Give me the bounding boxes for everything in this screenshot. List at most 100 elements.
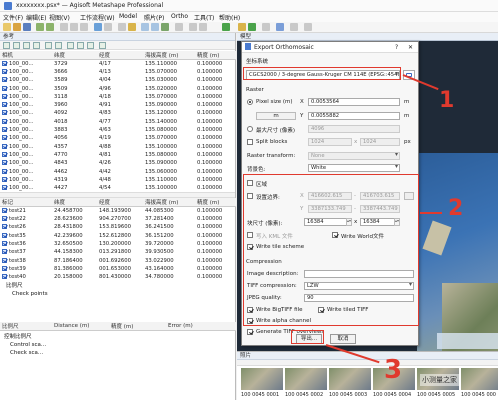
help-icon[interactable]: ? [395, 44, 398, 51]
split-blocks-checkbox[interactable] [247, 139, 253, 145]
col-scalebar[interactable]: 比例尺 [0, 322, 52, 332]
new-project-icon[interactable] [3, 23, 11, 31]
arrow-right-icon[interactable] [248, 23, 256, 31]
camera-row[interactable]: 100_00... 3589 4/04 135.030000 0.100000 [0, 76, 236, 84]
redo-icon[interactable] [46, 23, 54, 31]
save-icon[interactable] [23, 23, 31, 31]
camera-row[interactable]: 100_00... 3509 4/96 135.020000 0.100000 [0, 84, 236, 92]
menu-help[interactable]: 帮助(H) [219, 13, 240, 22]
raster-transform-select[interactable]: None [308, 152, 400, 160]
convert-icon[interactable] [23, 42, 30, 49]
view-errors-icon[interactable] [87, 42, 94, 49]
photo-thumbnail[interactable] [329, 368, 371, 390]
enabled-checkbox[interactable] [2, 208, 7, 214]
menu-workflow[interactable]: 工作流程(W) [80, 13, 115, 22]
camera-row[interactable]: 100_00... 4357 4/88 135.100000 0.100000 [0, 142, 236, 150]
camera-row[interactable]: 100_00... 4092 4/83 135.120000 0.100000 [0, 109, 236, 117]
enabled-checkbox[interactable] [2, 168, 7, 174]
enabled-checkbox[interactable] [2, 241, 7, 247]
marker-row[interactable]: test35 42.239600 152.612800 36.151200 0.1000… [0, 232, 236, 240]
marker-row[interactable]: test22 28.623600 904.270700 37.281400 0.1000… [0, 215, 236, 223]
ruler-icon[interactable] [94, 23, 102, 31]
region-icon[interactable] [276, 23, 284, 31]
enabled-checkbox[interactable] [2, 257, 7, 263]
enabled-checkbox[interactable] [2, 85, 7, 91]
pixel-size-y-input[interactable]: 0.0055882 [308, 112, 400, 120]
camera-row[interactable]: 100_00... 4427 4/54 135.100000 0.100000 [0, 184, 236, 192]
photo-thumbnail[interactable] [461, 368, 498, 390]
camera-row[interactable]: 100_00... 4319 4/48 135.110000 0.100000 [0, 176, 236, 184]
max-dimension-input[interactable]: 4096 [308, 125, 400, 133]
enabled-checkbox[interactable] [2, 224, 7, 230]
grid-icon[interactable] [189, 23, 197, 31]
background-select[interactable]: White [308, 164, 400, 172]
camera-row[interactable]: 100_00... 4770 4/81 135.080000 0.100000 [0, 151, 236, 159]
tree-control-scalebars[interactable]: 控制比例尺 [4, 333, 235, 341]
open-folder-icon[interactable] [13, 23, 21, 31]
enabled-checkbox[interactable] [2, 135, 7, 141]
menu-photo[interactable]: 照片(P) [144, 13, 164, 22]
move-icon[interactable] [70, 23, 78, 31]
menu-view[interactable]: 视图(V) [49, 13, 70, 22]
enabled-checkbox[interactable] [2, 176, 7, 182]
menu-ortho[interactable]: Ortho [171, 13, 188, 20]
col-camera[interactable]: 相机 [0, 51, 52, 60]
cancel-button[interactable]: 取消 [330, 334, 356, 344]
enabled-checkbox[interactable] [2, 127, 7, 133]
menu-edit[interactable]: 编辑(E) [26, 13, 46, 22]
camera-row[interactable]: 100_00... 4462 4/42 135.060000 0.100000 [0, 167, 236, 175]
camera-row[interactable]: 100_00... 3729 4/17 135.110000 0.100000 [0, 60, 236, 68]
close-icon[interactable]: ✕ [408, 44, 413, 51]
settings-icon[interactable] [55, 42, 62, 49]
col-marker-alt[interactable]: 海拔高度 (m) [143, 198, 195, 208]
fullscreen-icon[interactable] [262, 23, 270, 31]
screenshot-icon[interactable] [304, 23, 312, 31]
enabled-checkbox[interactable] [2, 102, 7, 108]
select-icon[interactable] [60, 23, 68, 31]
arrow-left-icon[interactable] [238, 23, 246, 31]
zoom-icon[interactable] [199, 23, 207, 31]
marker-row[interactable]: test38 87.186400 001.692600 33.022900 0.1000… [0, 257, 236, 265]
enabled-checkbox[interactable] [2, 110, 7, 116]
col-marker-acc[interactable]: 精度 (m) [195, 198, 236, 208]
col-altitude[interactable]: 海拔高度 (m) [143, 51, 195, 60]
dense-cloud-icon[interactable] [151, 23, 159, 31]
col-distance[interactable]: Distance (m) [52, 322, 109, 332]
camera-icon[interactable] [175, 23, 183, 31]
col-scalebar-acc[interactable]: 精度 (m) [109, 322, 166, 332]
marker-row[interactable]: test36 32.650500 130.200000 39.720000 0.1000… [0, 240, 236, 248]
tree-item-scalebars[interactable]: 比例尺 [6, 282, 235, 290]
marker-row[interactable]: test37 44.158300 013.291800 39.930500 0.1000… [0, 248, 236, 256]
split-block-width[interactable]: 1024 [308, 138, 352, 146]
export-icon[interactable] [13, 42, 20, 49]
point-cloud-icon[interactable] [141, 23, 149, 31]
pixel-size-x-input[interactable]: 0.0053564 [308, 98, 400, 106]
optimize-icon[interactable] [33, 42, 40, 49]
col-marker[interactable]: 标记 [0, 198, 52, 208]
marker-row[interactable]: test40 20.158000 801.430000 34.780000 0.1000… [0, 273, 236, 281]
marker-row[interactable]: test39 81.386000 001.653000 43.164000 0.1000… [0, 265, 236, 273]
enabled-checkbox[interactable] [2, 160, 7, 166]
camera-row[interactable]: 100_00... 3118 4/18 135.070000 0.100000 [0, 93, 236, 101]
tree-control-sca[interactable]: Control sca... [4, 341, 235, 349]
camera-row[interactable]: 100_00... 3666 4/13 135.070000 0.100000 [0, 68, 236, 76]
rotate-icon[interactable] [80, 23, 88, 31]
camera-row[interactable]: 100_00... 4843 4/26 135.090000 0.100000 [0, 159, 236, 167]
reset-icon[interactable] [99, 42, 106, 49]
menu-model[interactable]: Model [119, 13, 137, 20]
view-source-icon[interactable] [67, 42, 74, 49]
tiff-overviews-checkbox[interactable] [247, 329, 253, 335]
photo-thumbnail[interactable] [241, 368, 283, 390]
col-longitude[interactable]: 经度 [97, 51, 143, 60]
enabled-checkbox[interactable] [2, 60, 7, 66]
view-estimated-icon[interactable] [77, 42, 84, 49]
col-latitude[interactable]: 纬度 [52, 51, 97, 60]
tree-check-sca[interactable]: Check sca... [4, 349, 235, 357]
model-tab[interactable]: 模型 [237, 33, 498, 41]
enabled-checkbox[interactable] [2, 216, 7, 222]
marker-row[interactable]: test26 28.431800 153.819600 36.241500 0.1000… [0, 223, 236, 231]
tree-item-check-points[interactable]: Check points [6, 290, 235, 298]
menu-tools[interactable]: 工具(T) [194, 13, 214, 22]
lasso-icon[interactable] [290, 23, 298, 31]
undo-icon[interactable] [36, 23, 44, 31]
